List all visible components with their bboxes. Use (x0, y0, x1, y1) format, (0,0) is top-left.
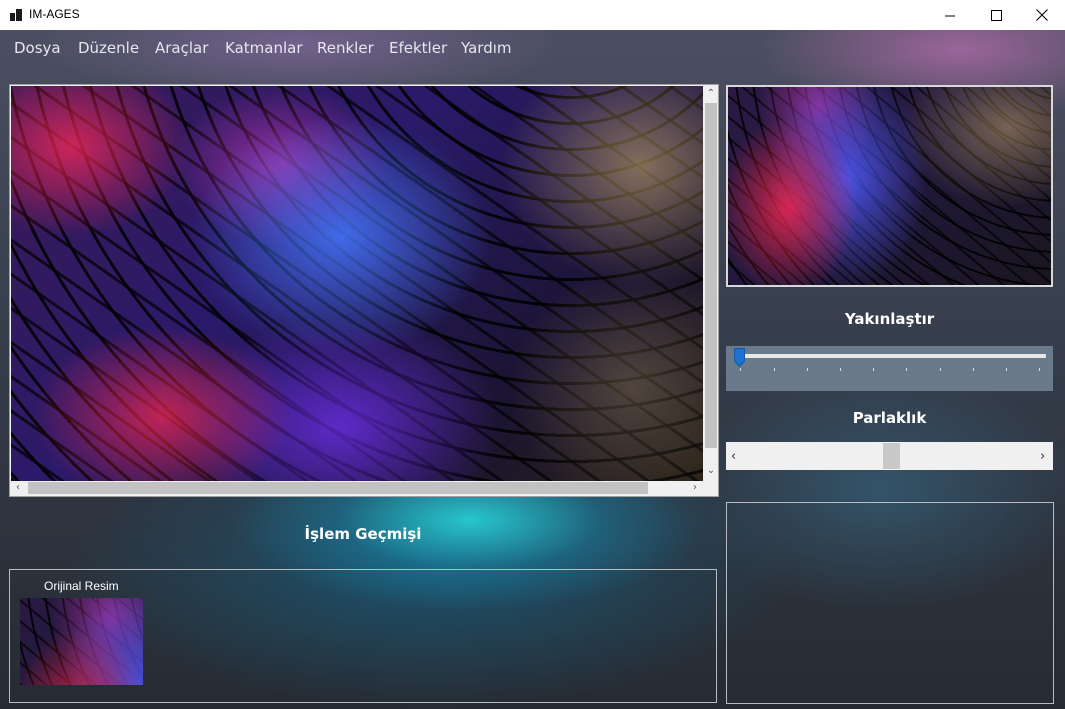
zoom-tick (940, 368, 941, 371)
scroll-up-icon[interactable]: ⌃ (704, 87, 718, 101)
close-icon (1036, 9, 1048, 21)
menu-araclar[interactable]: Araçlar (155, 39, 208, 57)
vertical-scroll-thumb[interactable] (705, 103, 717, 448)
title-bar: IM-AGES (0, 0, 1065, 30)
brightness-label: Parlaklık (852, 409, 927, 427)
brightness-right-icon[interactable]: › (1040, 449, 1045, 464)
zoom-slider[interactable] (726, 346, 1053, 391)
image-canvas[interactable]: ⌃ ⌄ ‹ › (9, 84, 719, 497)
history-title: İşlem Geçmişi (304, 525, 422, 543)
menu-efektler[interactable]: Efektler (389, 39, 447, 57)
brightness-thumb[interactable] (883, 443, 900, 469)
zoom-tick (1006, 368, 1007, 371)
history-item-thumbnail[interactable] (20, 598, 143, 685)
scroll-left-icon[interactable]: ‹ (11, 481, 25, 495)
app-icon (10, 9, 22, 21)
horizontal-scroll-thumb[interactable] (28, 482, 648, 494)
menu-yardim[interactable]: Yardım (461, 39, 512, 57)
horizontal-scrollbar[interactable]: ‹ › (11, 481, 704, 495)
close-button[interactable] (1019, 0, 1065, 30)
zoom-tick (807, 368, 808, 371)
zoom-tick (1039, 368, 1040, 371)
history-list[interactable]: Orijinal Resim (9, 569, 717, 703)
zoom-tick (774, 368, 775, 371)
scroll-right-icon[interactable]: › (688, 481, 702, 495)
zoom-slider-thumb[interactable] (734, 348, 745, 367)
brightness-scrollbar[interactable]: ‹ › (726, 442, 1053, 470)
preview-image (726, 85, 1053, 287)
minimize-button[interactable] (927, 0, 973, 30)
zoom-label: Yakınlaştır (844, 310, 935, 328)
zoom-tick (840, 368, 841, 371)
menu-renkler[interactable]: Renkler (317, 39, 374, 57)
history-cobblestone-image (20, 598, 143, 685)
scroll-down-icon[interactable]: ⌄ (704, 464, 718, 478)
vertical-scrollbar[interactable]: ⌃ ⌄ (704, 86, 718, 481)
zoom-tick (740, 368, 741, 371)
layer-panel (726, 502, 1054, 704)
preview-cobblestone-image (728, 87, 1051, 285)
main-image[interactable] (11, 86, 703, 481)
menu-dosya[interactable]: Dosya (14, 39, 61, 57)
window-title: IM-AGES (29, 7, 80, 21)
history-item-label: Orijinal Resim (44, 579, 119, 593)
zoom-tick (873, 368, 874, 371)
minimize-icon (944, 15, 955, 16)
cobblestone-image (11, 86, 703, 481)
menu-bar: Dosya Düzenle Araçlar Katmanlar Renkler … (0, 30, 1065, 68)
brightness-left-icon[interactable]: ‹ (731, 449, 736, 464)
maximize-button[interactable] (973, 0, 1019, 30)
maximize-icon (990, 9, 1002, 21)
zoom-tick (973, 368, 974, 371)
menu-duzenle[interactable]: Düzenle (78, 39, 139, 57)
zoom-slider-track (736, 354, 1046, 358)
zoom-tick (906, 368, 907, 371)
menu-katmanlar[interactable]: Katmanlar (225, 39, 302, 57)
